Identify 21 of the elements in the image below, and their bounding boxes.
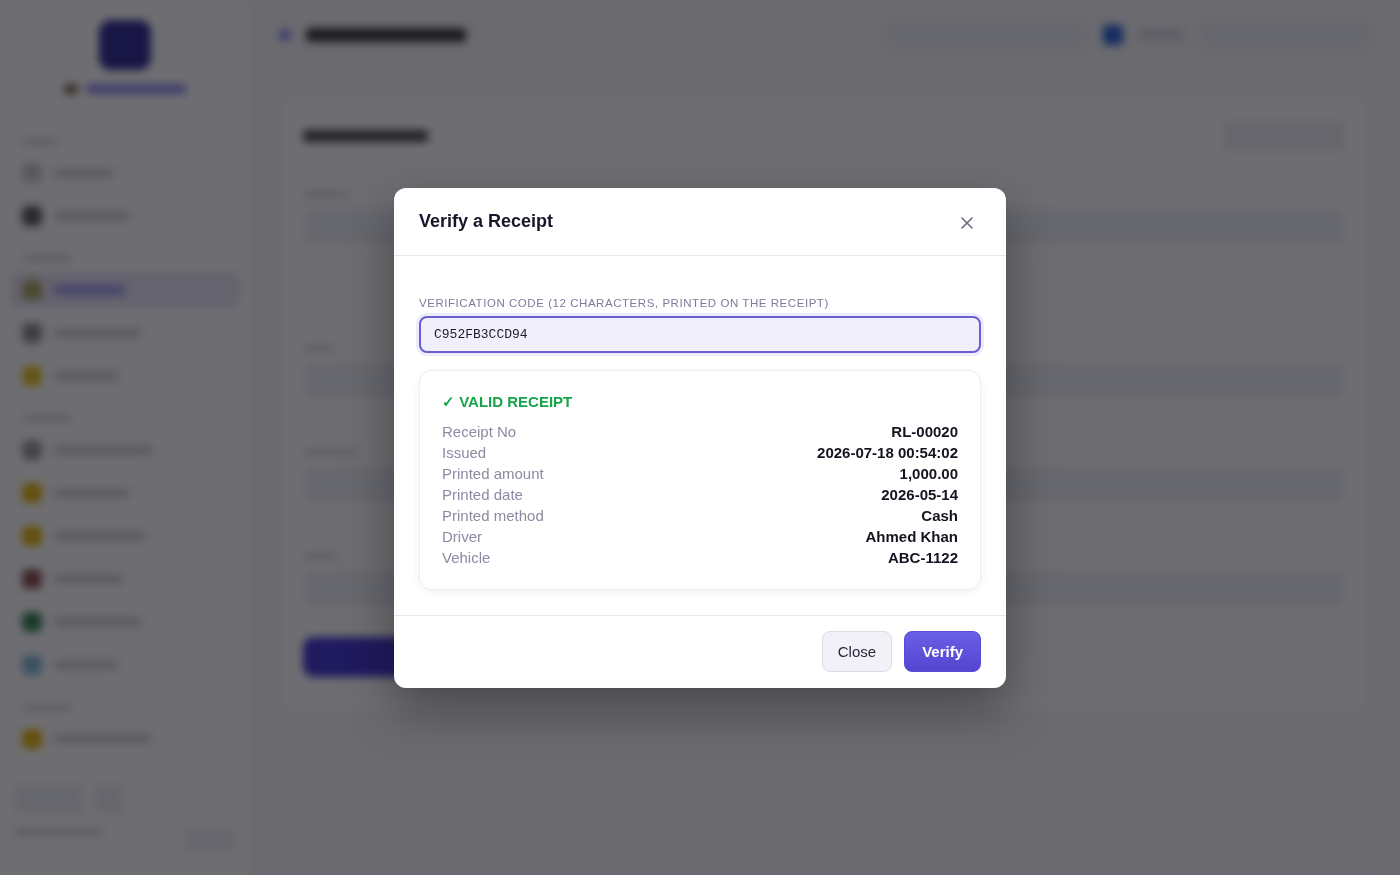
detail-value: 2026-07-18 00:54:02 [817,443,958,461]
detail-value: 2026-05-14 [881,485,958,503]
detail-label: Printed date [442,485,523,503]
detail-label: Issued [442,443,487,461]
detail-label: Driver [442,527,482,545]
detail-label: Vehicle [442,548,491,566]
verify-button[interactable]: Verify [904,630,981,672]
detail-value: RL-00020 [891,422,958,440]
close-dialog-button[interactable]: Close [821,630,893,672]
detail-label: Receipt No [442,422,517,440]
close-icon [961,217,973,229]
detail-value: ABC-1122 [887,548,958,566]
result-status: ✓ VALID RECEIPT [442,392,573,411]
detail-label: Printed method [442,506,544,524]
dialog-title: Verify a Receipt [419,210,554,232]
detail-label: Printed amount [442,464,544,482]
detail-value: Ahmed Khan [865,527,958,545]
detail-value: Cash [921,506,958,524]
verification-code-input[interactable]: C952FB3CCD94 [419,315,981,353]
field-label: VERIFICATION CODE (12 CHARACTERS, PRINTED ON THE RECEIPT) [419,296,829,309]
detail-value: 1,000.00 [899,464,958,482]
